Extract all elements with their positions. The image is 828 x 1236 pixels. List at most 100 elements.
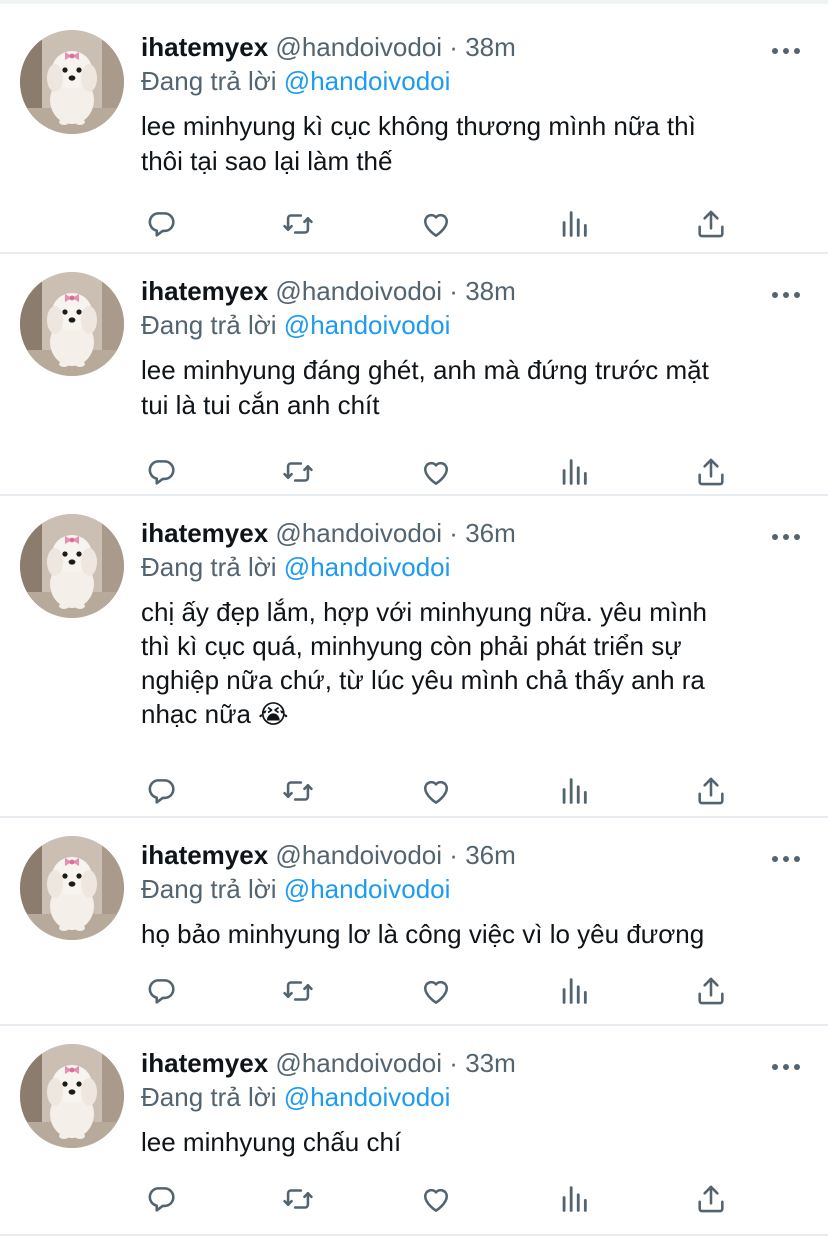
share-icon[interactable]	[691, 452, 731, 492]
retweet-icon[interactable]	[278, 204, 318, 244]
reply-icon[interactable]	[141, 204, 181, 244]
tweet-actions	[141, 1179, 731, 1219]
separator-dot: ·	[449, 276, 458, 306]
tweet-text-line: lee minhyung chấu chí	[141, 1127, 402, 1157]
user-handle[interactable]: @handoivodoi	[275, 32, 442, 62]
tweet-content: ihatemyex @handoivodoi · 36m Đang trả lời…	[141, 838, 808, 952]
analytics-icon[interactable]	[554, 971, 594, 1011]
tweet-actions	[141, 452, 731, 492]
tweet-text-line: thì kì cục quá, minhyung còn phải phát t…	[141, 631, 682, 661]
retweet-icon[interactable]	[278, 1179, 318, 1219]
tweet-text-line: nghiệp nữa chứ, từ lúc yêu mình chả thấy…	[141, 665, 705, 695]
tweet-content: ihatemyex @handoivodoi · 38m Đang trả lời…	[141, 30, 808, 179]
tweet-content: ihatemyex @handoivodoi · 33m Đang trả lời…	[141, 1046, 808, 1160]
user-handle[interactable]: @handoivodoi	[275, 276, 442, 306]
avatar[interactable]	[20, 30, 124, 134]
share-icon[interactable]	[691, 204, 731, 244]
share-icon[interactable]	[691, 971, 731, 1011]
mention-link[interactable]: @handoivodoi	[284, 1082, 451, 1112]
like-icon[interactable]	[416, 971, 456, 1011]
tweet-text: họ bảo minhyung lơ là công việc vì lo yê…	[141, 917, 808, 952]
tweet-actions	[141, 971, 731, 1011]
tweet-header: ihatemyex @handoivodoi · 38m	[141, 274, 808, 308]
retweet-icon[interactable]	[278, 771, 318, 811]
mention-link[interactable]: @handoivodoi	[284, 66, 451, 96]
analytics-icon[interactable]	[554, 452, 594, 492]
reply-icon[interactable]	[141, 771, 181, 811]
tweet[interactable]: ihatemyex @handoivodoi · 36m Đang trả lời…	[0, 496, 828, 818]
like-icon[interactable]	[416, 1179, 456, 1219]
replying-to: Đang trả lời @handoivodoi	[141, 1080, 808, 1114]
tweet-feed: ihatemyex @handoivodoi · 38m Đang trả lời…	[0, 4, 828, 1236]
mention-link[interactable]: @handoivodoi	[284, 310, 451, 340]
more-options-icon[interactable]	[772, 534, 800, 542]
tweet-text-line: nhạc nữa 😭	[141, 699, 289, 729]
replying-to-label: Đang trả lời	[141, 874, 277, 904]
tweet-header: ihatemyex @handoivodoi · 36m	[141, 516, 808, 550]
retweet-icon[interactable]	[278, 452, 318, 492]
tweet-text-line: lee minhyung đáng ghét, anh mà đứng trướ…	[141, 355, 709, 385]
more-options-icon[interactable]	[772, 1064, 800, 1072]
reply-icon[interactable]	[141, 1179, 181, 1219]
replying-to-label: Đang trả lời	[141, 552, 277, 582]
avatar[interactable]	[20, 272, 124, 376]
tweet-text-line: lee minhyung kì cục không thương mình nữ…	[141, 111, 696, 141]
display-name[interactable]: ihatemyex	[141, 276, 268, 306]
mention-link[interactable]: @handoivodoi	[284, 552, 451, 582]
tweet-text: lee minhyung kì cục không thương mình nữ…	[141, 109, 808, 179]
timestamp[interactable]: 36m	[465, 518, 516, 548]
timestamp[interactable]: 36m	[465, 840, 516, 870]
tweet-header: ihatemyex @handoivodoi · 38m	[141, 30, 808, 64]
display-name[interactable]: ihatemyex	[141, 32, 268, 62]
avatar[interactable]	[20, 836, 124, 940]
separator-dot: ·	[449, 32, 458, 62]
separator-dot: ·	[449, 518, 458, 548]
tweet-text: lee minhyung đáng ghét, anh mà đứng trướ…	[141, 353, 808, 423]
reply-icon[interactable]	[141, 971, 181, 1011]
share-icon[interactable]	[691, 1179, 731, 1219]
share-icon[interactable]	[691, 771, 731, 811]
more-options-icon[interactable]	[772, 48, 800, 56]
more-options-icon[interactable]	[772, 856, 800, 864]
analytics-icon[interactable]	[554, 771, 594, 811]
replying-to: Đang trả lời @handoivodoi	[141, 550, 808, 584]
replying-to: Đang trả lời @handoivodoi	[141, 308, 808, 342]
tweet[interactable]: ihatemyex @handoivodoi · 38m Đang trả lời…	[0, 254, 828, 496]
timestamp[interactable]: 38m	[465, 276, 516, 306]
tweet-text-line: thôi tại sao lại làm thế	[141, 146, 393, 176]
mention-link[interactable]: @handoivodoi	[284, 874, 451, 904]
tweet-text-line: họ bảo minhyung lơ là công việc vì lo yê…	[141, 919, 705, 949]
separator-dot: ·	[449, 1048, 458, 1078]
analytics-icon[interactable]	[554, 1179, 594, 1219]
more-options-icon[interactable]	[772, 292, 800, 300]
tweet-header: ihatemyex @handoivodoi · 36m	[141, 838, 808, 872]
tweet-text-line: tui là tui cắn anh chít	[141, 390, 380, 420]
like-icon[interactable]	[416, 204, 456, 244]
display-name[interactable]: ihatemyex	[141, 518, 268, 548]
display-name[interactable]: ihatemyex	[141, 1048, 268, 1078]
tweet-text-line: chị ấy đẹp lắm, hợp với minhyung nữa. yê…	[141, 597, 708, 627]
timestamp[interactable]: 33m	[465, 1048, 516, 1078]
tweet-actions	[141, 771, 731, 811]
tweet-actions	[141, 204, 731, 244]
user-handle[interactable]: @handoivodoi	[275, 518, 442, 548]
like-icon[interactable]	[416, 771, 456, 811]
replying-to: Đang trả lời @handoivodoi	[141, 64, 808, 98]
replying-to-label: Đang trả lời	[141, 1082, 277, 1112]
avatar[interactable]	[20, 1044, 124, 1148]
separator-dot: ·	[449, 840, 458, 870]
like-icon[interactable]	[416, 452, 456, 492]
avatar[interactable]	[20, 514, 124, 618]
retweet-icon[interactable]	[278, 971, 318, 1011]
timestamp[interactable]: 38m	[465, 32, 516, 62]
user-handle[interactable]: @handoivodoi	[275, 1048, 442, 1078]
tweet-text: lee minhyung chấu chí	[141, 1125, 808, 1160]
tweet[interactable]: ihatemyex @handoivodoi · 38m Đang trả lời…	[0, 4, 828, 254]
display-name[interactable]: ihatemyex	[141, 840, 268, 870]
tweet[interactable]: ihatemyex @handoivodoi · 33m Đang trả lời…	[0, 1026, 828, 1236]
user-handle[interactable]: @handoivodoi	[275, 840, 442, 870]
tweet[interactable]: ihatemyex @handoivodoi · 36m Đang trả lời…	[0, 818, 828, 1026]
reply-icon[interactable]	[141, 452, 181, 492]
analytics-icon[interactable]	[554, 204, 594, 244]
replying-to-label: Đang trả lời	[141, 66, 277, 96]
